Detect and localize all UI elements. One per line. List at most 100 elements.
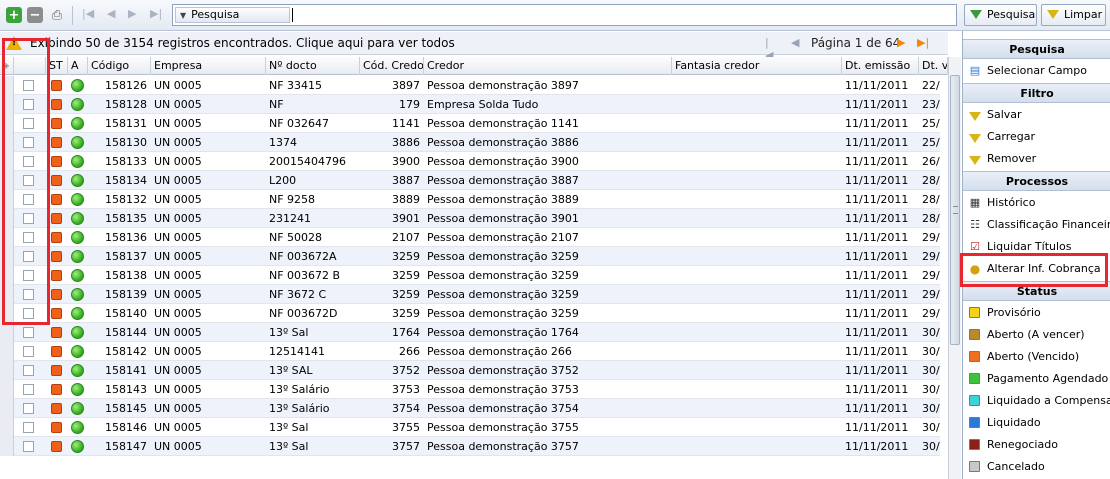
row-checkbox[interactable] <box>23 403 34 414</box>
sidebar-item-remover[interactable]: Remover <box>963 148 1110 170</box>
records-info-link[interactable]: Exibindo 50 de 3154 registros encontrado… <box>30 36 455 50</box>
table-row[interactable]: 158140 UN 0005 NF 003672D 3259 Pessoa demons… <box>0 304 940 323</box>
col-header-credor[interactable]: Credor <box>424 57 672 75</box>
table-row[interactable]: 158139 UN 0005 NF 3672 C 3259 Pessoa demonst… <box>0 285 940 304</box>
add-icon[interactable]: + <box>6 7 22 23</box>
row-checkbox[interactable] <box>23 365 34 376</box>
cell-codigo: 158131 <box>105 117 147 130</box>
cell-docto: NF 003672 B <box>269 269 341 282</box>
cell-docto: 20015404796 <box>269 155 346 168</box>
col-header-a[interactable]: A <box>68 57 88 75</box>
row-indicator[interactable] <box>0 399 14 418</box>
table-row[interactable]: 158141 UN 0005 13º SAL 3752 Pessoa demonstra… <box>0 361 940 380</box>
table-row[interactable]: 158128 UN 0005 NF 179 Empresa Solda Tudo 11/1… <box>0 95 940 114</box>
print-icon[interactable]: ⎙ <box>49 7 65 23</box>
table-row[interactable]: 158145 UN 0005 13º Salário 3754 Pessoa demon… <box>0 399 940 418</box>
cell-emissao: 11/11/2011 <box>845 364 909 377</box>
cell-codigo: 158140 <box>105 307 147 320</box>
table-row[interactable]: 158138 UN 0005 NF 003672 B 3259 Pessoa demon… <box>0 266 940 285</box>
cell-emissao: 11/11/2011 <box>845 98 909 111</box>
row-checkbox[interactable] <box>23 384 34 395</box>
cell-codigo: 158145 <box>105 402 147 415</box>
table-row[interactable]: 158135 UN 0005 231241 3901 Pessoa demonstraç… <box>0 209 940 228</box>
sidebar-item-carregar[interactable]: Carregar <box>963 126 1110 148</box>
sidebar-item-salvar[interactable]: Salvar <box>963 104 1110 126</box>
last-page-icon[interactable]: ▶| <box>917 36 929 49</box>
row-indicator[interactable] <box>0 323 14 342</box>
sidebar-item-label: Selecionar Campo <box>987 64 1087 77</box>
col-header-cod-credor[interactable]: Cód. Credor <box>360 57 424 75</box>
table-row[interactable]: 158133 UN 0005 20015404796 3900 Pessoa demon… <box>0 152 940 171</box>
prev-record-icon[interactable]: ◀ <box>107 7 115 20</box>
status-legend-item: Liquidado a Compensar <box>963 390 1110 412</box>
next-page-icon[interactable]: ▶ <box>897 36 905 49</box>
scrollbar-thumb[interactable] <box>950 75 960 345</box>
cell-fantasia <box>672 152 842 171</box>
cell-docto: NF <box>269 98 284 111</box>
search-button[interactable]: Pesquisa <box>964 4 1037 26</box>
table-row[interactable]: 158137 UN 0005 NF 003672A 3259 Pessoa demons… <box>0 247 940 266</box>
cell-codigo: 158138 <box>105 269 147 282</box>
cell-empresa: UN 0005 <box>154 136 202 149</box>
table-row[interactable]: 158134 UN 0005 L200 3887 Pessoa demonstração… <box>0 171 940 190</box>
row-indicator[interactable] <box>0 342 14 361</box>
classification-icon: ☷ <box>970 218 980 231</box>
row-indicator[interactable] <box>0 437 14 456</box>
row-indicator[interactable] <box>0 418 14 437</box>
cell-empresa: UN 0005 <box>154 174 202 187</box>
table-row[interactable]: 158130 UN 0005 1374 3886 Pessoa demonstração… <box>0 133 940 152</box>
sidebar-item-selecionar-campo[interactable]: ▤ Selecionar Campo <box>963 60 1110 82</box>
sidebar-item-classificacao[interactable]: ☷ Classificação Financeira <box>963 214 1110 236</box>
last-record-icon[interactable]: ▶| <box>150 7 162 20</box>
row-indicator[interactable] <box>0 380 14 399</box>
next-record-icon[interactable]: ▶ <box>128 7 136 20</box>
table-row[interactable]: 158147 UN 0005 13º Sal 3757 Pessoa demonstra… <box>0 437 940 456</box>
col-header-vencimento[interactable]: Dt. v <box>919 57 948 75</box>
col-header-codigo[interactable]: Código <box>88 57 151 75</box>
row-checkbox[interactable] <box>23 327 34 338</box>
col-header-emissao[interactable]: Dt. emissão <box>842 57 919 75</box>
cell-empresa: UN 0005 <box>154 79 202 92</box>
status-square-icon <box>51 346 62 357</box>
row-checkbox[interactable] <box>23 422 34 433</box>
search-field-combo[interactable]: ▼ Pesquisa <box>175 7 290 23</box>
records-grid: ◈ ST A Código Empresa Nº docto Cód. Cred… <box>0 57 948 479</box>
table-row[interactable]: 158144 UN 0005 13º Sal 1764 Pessoa demonstra… <box>0 323 940 342</box>
col-header-docto[interactable]: Nº docto <box>266 57 360 75</box>
table-row[interactable]: 158126 UN 0005 NF 33415 3897 Pessoa demonstr… <box>0 76 940 95</box>
active-dot-icon <box>71 364 84 377</box>
active-dot-icon <box>71 98 84 111</box>
prev-page-icon[interactable]: ◀ <box>791 36 799 49</box>
cell-codigo: 158147 <box>105 440 147 453</box>
page-indicator: Página 1 de 64 <box>811 36 901 50</box>
active-dot-icon <box>71 212 84 225</box>
status-legend-item: Provisório <box>963 302 1110 324</box>
row-checkbox[interactable] <box>23 441 34 452</box>
status-label: Aberto (Vencido) <box>987 350 1080 363</box>
cell-credor: Pessoa demonstração 2107 <box>427 231 579 244</box>
table-row[interactable]: 158136 UN 0005 NF 50028 2107 Pessoa demonstr… <box>0 228 940 247</box>
cell-credor: Pessoa demonstração 3752 <box>427 364 579 377</box>
search-box[interactable]: ▼ Pesquisa <box>172 4 957 26</box>
table-row[interactable]: 158142 UN 0005 12514141 266 Pessoa demonstra… <box>0 342 940 361</box>
sidebar-item-label: Remover <box>987 152 1037 165</box>
col-header-fantasia[interactable]: Fantasia credor <box>672 57 842 75</box>
cell-credor: Empresa Solda Tudo <box>427 98 539 111</box>
col-header-empresa[interactable]: Empresa <box>151 57 266 75</box>
status-label: Renegociado <box>987 438 1058 451</box>
table-row[interactable]: 158132 UN 0005 NF 9258 3889 Pessoa demonstra… <box>0 190 940 209</box>
row-indicator[interactable] <box>0 361 14 380</box>
remove-icon[interactable]: − <box>27 7 43 23</box>
active-dot-icon <box>71 155 84 168</box>
table-row[interactable]: 158146 UN 0005 13º Sal 3755 Pessoa demonstra… <box>0 418 940 437</box>
table-row[interactable]: 158131 UN 0005 NF 032647 1141 Pessoa demonst… <box>0 114 940 133</box>
cell-emissao: 11/11/2011 <box>845 79 909 92</box>
liquidate-icon: ☑ <box>970 240 980 253</box>
clear-button[interactable]: Limpar <box>1041 4 1106 26</box>
status-square-icon <box>51 441 62 452</box>
row-checkbox[interactable] <box>23 346 34 357</box>
first-record-icon[interactable]: |◀ <box>82 7 94 20</box>
table-row[interactable]: 158143 UN 0005 13º Salário 3753 Pessoa demon… <box>0 380 940 399</box>
status-square-icon <box>51 156 62 167</box>
sidebar-item-historico[interactable]: ▦ Histórico <box>963 192 1110 214</box>
